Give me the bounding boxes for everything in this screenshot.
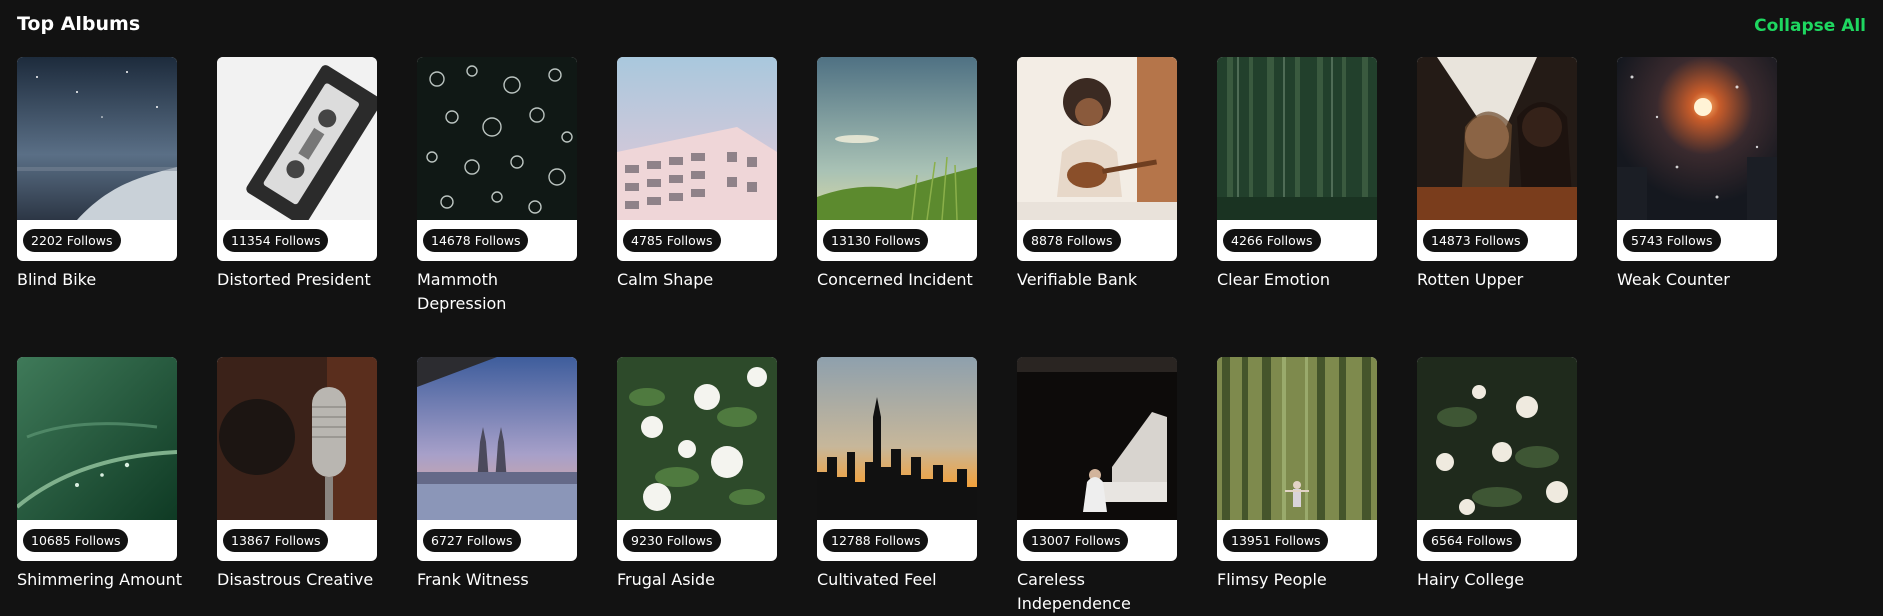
album-title[interactable]: Shimmering Amount [17,568,187,592]
album-cover[interactable]: 4785 Follows [617,57,777,261]
album-card[interactable]: 14873 Follows Rotten Upper [1417,57,1577,292]
album-cover[interactable]: 11354 Follows [217,57,377,261]
forest-icon [1217,57,1377,220]
album-cover[interactable]: 6564 Follows [1417,357,1577,561]
piano-icon [1017,357,1177,520]
album-cover[interactable]: 6727 Follows [417,357,577,561]
album-cover[interactable]: 13951 Follows [1217,357,1377,561]
follows-badge: 2202 Follows [23,229,121,252]
album-card[interactable]: 13951 Follows Flimsy People [1217,357,1377,592]
friends-icon [1417,57,1577,220]
album-card[interactable]: 6564 Follows Hairy College [1417,357,1577,592]
follows-badge: 4785 Follows [623,229,721,252]
follows-badge: 11354 Follows [223,229,329,252]
album-card[interactable]: 10685 Follows Shimmering Amount [17,357,182,592]
album-title[interactable]: Hairy College [1417,568,1587,592]
album-cover[interactable]: 8878 Follows [1017,57,1177,261]
album-card[interactable]: 12788 Follows Cultivated Feel [817,357,977,592]
album-cover[interactable]: 14678 Follows [417,57,577,261]
album-card[interactable]: 11354 Follows Distorted President [217,57,377,292]
album-cover[interactable]: 13130 Follows [817,57,977,261]
album-title[interactable]: Frank Witness [417,568,587,592]
skyline-sunset-icon [817,357,977,520]
section-title: Top Albums [17,13,141,35]
follows-badge: 14678 Follows [423,229,529,252]
building-icon [617,57,777,220]
follows-badge: 6564 Follows [1423,529,1521,552]
follows-badge: 13951 Follows [1223,529,1329,552]
follows-badge: 4266 Follows [1223,229,1321,252]
album-title[interactable]: Calm Shape [617,268,787,292]
follows-badge: 10685 Follows [23,529,129,552]
album-card[interactable]: 13007 Follows Careless Independence [1017,357,1177,616]
roses-dark-icon [1417,357,1577,520]
album-title[interactable]: Careless Independence [1017,568,1187,616]
follows-badge: 14873 Follows [1423,229,1529,252]
album-cover[interactable]: 2202 Follows [17,57,177,261]
album-cover[interactable]: 14873 Follows [1417,57,1577,261]
dewdrop-grass-icon [17,357,177,520]
album-title[interactable]: Rotten Upper [1417,268,1587,292]
album-card[interactable]: 9230 Follows Frugal Aside [617,357,777,592]
album-title[interactable]: Cultivated Feel [817,568,987,592]
snow-light-icon [1617,57,1777,220]
jellyfish-icon [417,57,577,220]
follows-badge: 13867 Follows [223,529,329,552]
child-guitar-icon [1017,57,1177,220]
album-card[interactable]: 4785 Follows Calm Shape [617,57,777,292]
album-title[interactable]: Verifiable Bank [1017,268,1187,292]
album-cover[interactable]: 9230 Follows [617,357,777,561]
white-roses-icon [617,357,777,520]
album-card[interactable]: 4266 Follows Clear Emotion [1217,57,1377,292]
follows-badge: 9230 Follows [623,529,721,552]
collapse-all-button[interactable]: Collapse All [1754,14,1866,38]
follows-badge: 6727 Follows [423,529,521,552]
follows-badge: 12788 Follows [823,529,929,552]
album-card[interactable]: 13867 Follows Disastrous Creative [217,357,377,592]
city-towers-icon [417,357,577,520]
album-cover[interactable]: 10685 Follows [17,357,177,561]
album-title[interactable]: Clear Emotion [1217,268,1387,292]
grass-sky-icon [817,57,977,220]
follows-badge: 13007 Follows [1023,529,1129,552]
section-header: Top Albums Collapse All [17,12,1866,40]
album-cover[interactable]: 4266 Follows [1217,57,1377,261]
album-cover[interactable]: 13007 Follows [1017,357,1177,561]
album-cover[interactable]: 12788 Follows [817,357,977,561]
album-title[interactable]: Mammoth Depression [417,268,587,316]
album-card[interactable]: 6727 Follows Frank Witness [417,357,577,592]
follows-badge: 8878 Follows [1023,229,1121,252]
album-title[interactable]: Disastrous Creative [217,568,387,592]
album-title[interactable]: Blind Bike [17,268,187,292]
album-card[interactable]: 2202 Follows Blind Bike [17,57,177,292]
album-title[interactable]: Distorted President [217,268,387,292]
album-title[interactable]: Frugal Aside [617,568,787,592]
cassette-icon [217,57,377,220]
album-title[interactable]: Weak Counter [1617,268,1787,292]
album-cover[interactable]: 5743 Follows [1617,57,1777,261]
album-card[interactable]: 5743 Follows Weak Counter [1617,57,1777,292]
album-card[interactable]: 14678 Follows Mammoth Depression [417,57,577,316]
bamboo-forest-icon [1217,357,1377,520]
microphone-icon [217,357,377,520]
follows-badge: 5743 Follows [1623,229,1721,252]
album-title[interactable]: Flimsy People [1217,568,1387,592]
follows-badge: 13130 Follows [823,229,929,252]
album-card[interactable]: 8878 Follows Verifiable Bank [1017,57,1177,292]
album-cover[interactable]: 13867 Follows [217,357,377,561]
night-sky-icon [17,57,177,220]
album-card[interactable]: 13130 Follows Concerned Incident [817,57,977,292]
album-title[interactable]: Concerned Incident [817,268,987,292]
